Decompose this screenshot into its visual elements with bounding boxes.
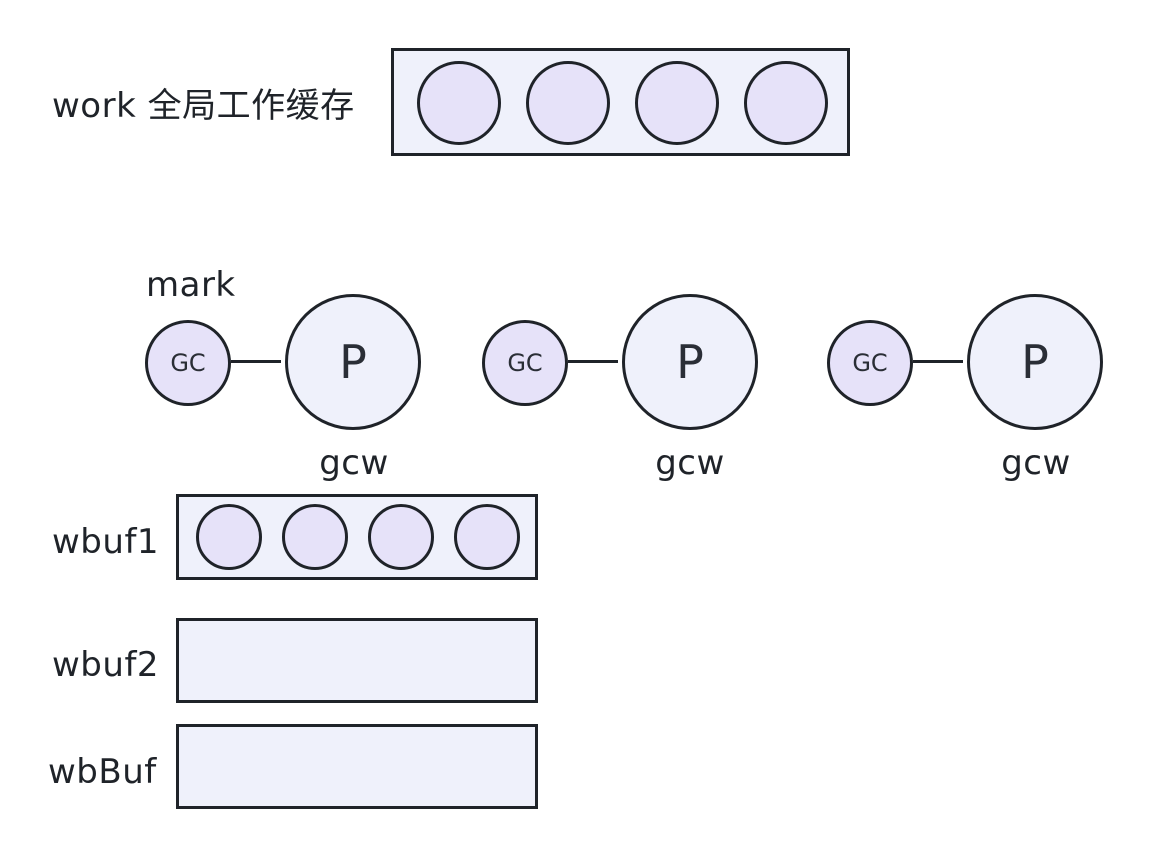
work-item bbox=[417, 61, 501, 145]
processor-node: P bbox=[967, 294, 1103, 430]
wbuf1-item bbox=[368, 504, 434, 570]
wbuf2-label: wbuf2 bbox=[52, 645, 160, 685]
gc-worker-node: GC bbox=[827, 320, 913, 406]
gc-p-connector bbox=[568, 360, 618, 363]
work-item bbox=[635, 61, 719, 145]
gc-worker-node: GC bbox=[145, 320, 231, 406]
gcw-label: gcw bbox=[319, 443, 389, 483]
wbuf1-item bbox=[196, 504, 262, 570]
wbbuf-box bbox=[176, 724, 538, 809]
wbuf1-item bbox=[454, 504, 520, 570]
work-item bbox=[526, 61, 610, 145]
wbuf1-item bbox=[282, 504, 348, 570]
gcw-label: gcw bbox=[655, 443, 725, 483]
mark-label: mark bbox=[146, 265, 236, 305]
wbuf2-box bbox=[176, 618, 538, 703]
work-item bbox=[744, 61, 828, 145]
gc-p-connector bbox=[913, 360, 963, 363]
work-buffer-box bbox=[391, 48, 850, 156]
processor-node: P bbox=[622, 294, 758, 430]
wbuf1-label: wbuf1 bbox=[52, 522, 160, 562]
work-buffer-label: work 全局工作缓存 bbox=[52, 86, 355, 126]
wbbuf-label: wbBuf bbox=[48, 752, 157, 792]
gc-worker-node: GC bbox=[482, 320, 568, 406]
gc-p-connector bbox=[231, 360, 281, 363]
wbuf1-box bbox=[176, 494, 538, 580]
gcw-label: gcw bbox=[1001, 443, 1071, 483]
processor-node: P bbox=[285, 294, 421, 430]
